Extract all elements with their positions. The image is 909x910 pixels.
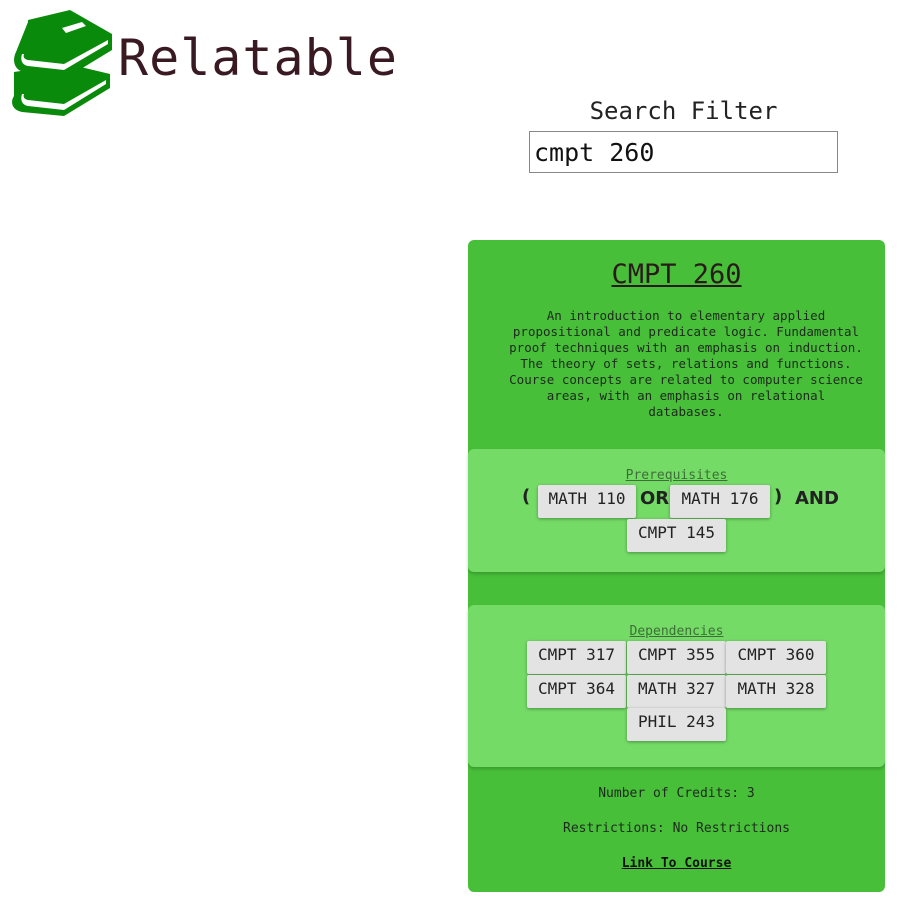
books-icon: [12, 10, 112, 116]
prerequisites-label: Prerequisites: [625, 468, 728, 483]
prerequisites-panel: Prerequisites ( MATH 110 OR MATH 176 ) A…: [468, 449, 885, 572]
course-card: CMPT 260 An introduction to elementary a…: [468, 240, 885, 892]
dependency-chip[interactable]: MATH 327: [627, 675, 726, 708]
dependency-chip[interactable]: CMPT 360: [726, 641, 826, 674]
dependency-chip[interactable]: CMPT 355: [627, 641, 726, 674]
close-paren: ): [774, 486, 783, 507]
open-paren: (: [522, 486, 531, 507]
restrictions-text: Restrictions: No Restrictions: [563, 821, 790, 836]
dependency-chip[interactable]: PHIL 243: [627, 708, 726, 741]
app-title: Relatable: [118, 29, 398, 87]
credits-text: Number of Credits: 3: [598, 786, 755, 801]
prereq-chip-math-176[interactable]: MATH 176: [670, 485, 770, 518]
dependency-chip[interactable]: CMPT 317: [527, 641, 626, 674]
course-description: An introduction to elementary applied pr…: [509, 308, 863, 419]
dependencies-label: Dependencies: [629, 624, 724, 639]
dependencies-panel: Dependencies CMPT 317 CMPT 355 CMPT 360 …: [468, 605, 885, 767]
course-title[interactable]: CMPT 260: [468, 258, 885, 292]
search-input[interactable]: [529, 131, 838, 173]
dependency-chip[interactable]: CMPT 364: [527, 675, 626, 708]
course-link[interactable]: Link To Course: [468, 856, 885, 871]
and-operator: AND: [795, 488, 839, 509]
dependency-chip[interactable]: MATH 328: [726, 675, 826, 708]
search-filter-label: Search Filter: [589, 97, 778, 125]
or-operator: OR: [640, 488, 670, 509]
prereq-chip-cmpt-145[interactable]: CMPT 145: [627, 519, 726, 552]
prereq-chip-math-110[interactable]: MATH 110: [538, 485, 636, 518]
